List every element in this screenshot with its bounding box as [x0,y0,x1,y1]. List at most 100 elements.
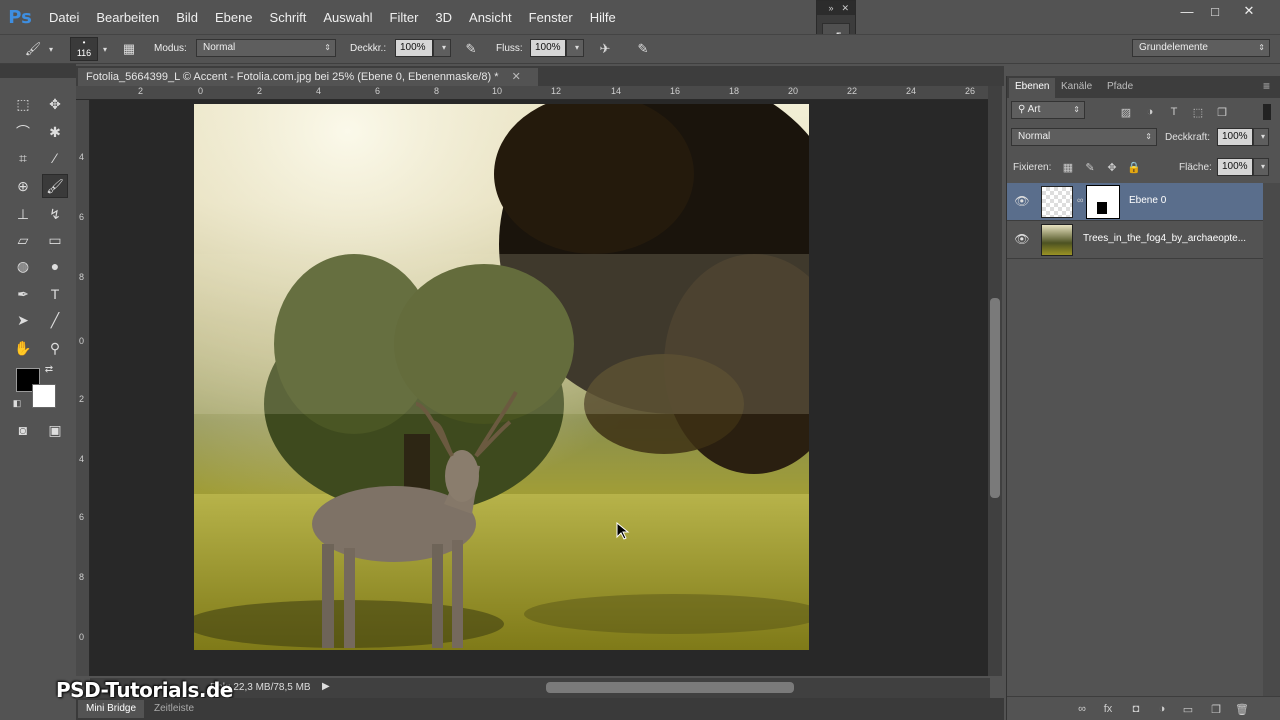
zoom-tool-icon[interactable]: ⚲ [42,336,68,360]
menu-3d[interactable]: 3D [435,10,452,25]
type-filter-icon[interactable]: T [1165,104,1183,120]
eye-icon[interactable]: 👁 [1014,232,1029,246]
link-layers-icon[interactable]: ∞ [1073,701,1091,717]
pressure-opacity-icon[interactable]: ✎ [462,40,480,58]
pen-tool-icon[interactable]: ✒ [10,282,36,306]
scrollbar-thumb[interactable] [990,298,1000,498]
flow-input[interactable]: 100% [530,39,566,57]
close-icon[interactable]: ✕ [512,71,521,83]
quick-mask-icon[interactable]: ◙ [10,418,36,442]
eraser-tool-icon[interactable]: ▱ [10,228,36,252]
brush-size-dropdown-icon[interactable]: ▾ [100,40,110,58]
eye-icon[interactable]: 👁 [1014,194,1029,208]
tab-pfade[interactable]: Pfade [1101,80,1139,93]
crop-tool-icon[interactable]: ⌗ [10,146,36,170]
airbrush-icon[interactable]: ✈ [596,40,614,58]
tab-zeitleiste[interactable]: Zeitleiste [146,700,202,718]
menu-schrift[interactable]: Schrift [270,10,307,25]
panel-menu-icon[interactable]: ≡ [1257,78,1276,94]
menu-hilfe[interactable]: Hilfe [590,10,616,25]
maximize-button[interactable]: □ [1202,2,1228,20]
background-color-swatch[interactable] [32,384,56,408]
layer-style-icon[interactable]: fx [1099,701,1117,717]
document-image[interactable] [194,104,809,650]
move-tool-icon[interactable]: ✥ [42,92,68,116]
layer-kind-filter[interactable]: ⚲ Art ⇕ [1011,101,1085,119]
lock-all-icon[interactable]: 🔒 [1125,159,1143,175]
path-selection-tool-icon[interactable]: ➤ [10,308,36,332]
layer-opacity-input[interactable]: 100% [1217,128,1253,146]
healing-brush-tool-icon[interactable]: ⊕ [10,174,36,198]
brush-tool-icon[interactable]: 🖌 [42,174,68,198]
document-tab[interactable]: Fotolia_5664399_L © Accent - Fotolia.com… [78,68,538,86]
tab-kanaele[interactable]: Kanäle [1055,80,1098,93]
screen-mode-icon[interactable]: ▣ [42,418,68,442]
shape-filter-icon[interactable]: ⬚ [1189,104,1207,120]
vertical-scrollbar[interactable] [988,86,1002,676]
marquee-tool-icon[interactable]: ⬚ [10,92,36,116]
magic-wand-tool-icon[interactable]: ✱ [42,120,68,144]
lock-transparency-icon[interactable]: ▦ [1059,159,1077,175]
dodge-tool-icon[interactable]: ● [42,254,68,278]
fill-dropdown[interactable]: ▾ [1253,158,1269,176]
trash-icon[interactable]: 🗑 [1233,701,1251,717]
menu-datei[interactable]: Datei [49,10,79,25]
lock-position-icon[interactable]: ✥ [1103,159,1121,175]
menu-bearbeiten[interactable]: Bearbeiten [96,10,159,25]
smart-object-filter-icon[interactable]: ❐ [1213,104,1231,120]
mode-select[interactable]: Normal ⇕ [196,39,336,57]
history-brush-tool-icon[interactable]: ↯ [42,202,68,226]
default-colors-icon[interactable]: ◧ [10,396,24,410]
status-menu-arrow-icon[interactable]: ▶ [322,681,330,692]
brush-panel-toggle-icon[interactable]: ▦ [120,40,138,58]
tab-mini-bridge[interactable]: Mini Bridge [78,700,145,718]
hand-tool-icon[interactable]: ✋ [10,336,36,360]
collapse-icon[interactable]: » [828,1,833,15]
pressure-size-icon[interactable]: ✎ [634,40,652,58]
swap-colors-icon[interactable]: ⇄ [42,362,56,376]
layers-scrollbar[interactable] [1263,183,1280,696]
close-icon[interactable]: ✕ [841,1,849,15]
lock-pixels-icon[interactable]: ✎ [1081,159,1099,175]
filter-toggle[interactable] [1263,104,1271,120]
gradient-tool-icon[interactable]: ▭ [42,228,68,252]
layer-row-trees[interactable]: 👁 Trees_in_the_fog4_by_archaeopte... [1007,221,1263,259]
menu-bild[interactable]: Bild [176,10,198,25]
brush-tool-icon[interactable]: 🖌 [24,40,42,58]
blur-tool-icon[interactable]: ◍ [10,254,36,278]
stamp-tool-icon[interactable]: ⊥ [10,202,36,226]
menu-ansicht[interactable]: Ansicht [469,10,512,25]
tool-preset-dropdown-icon[interactable]: ▾ [46,40,56,58]
new-group-icon[interactable]: ▭ [1179,701,1197,717]
tab-ebenen[interactable]: Ebenen [1009,78,1056,98]
pixel-filter-icon[interactable]: ▨ [1117,104,1135,120]
filter-kind-value: Art [1027,104,1041,115]
line-tool-icon[interactable]: ╱ [42,308,68,332]
new-layer-icon[interactable]: ❐ [1207,701,1225,717]
adjustment-filter-icon[interactable]: ◑ [1141,104,1159,120]
add-mask-icon[interactable]: ◘ [1127,701,1145,717]
fill-input[interactable]: 100% [1217,158,1253,176]
opacity-input[interactable]: 100% [395,39,433,57]
brush-size-picker[interactable]: • 116 [70,37,98,61]
canvas-area[interactable] [90,100,988,676]
menu-filter[interactable]: Filter [390,10,419,25]
workspace-select[interactable]: Grundelemente ⇕ [1132,39,1270,57]
layer-mask-thumbnail[interactable] [1086,185,1120,219]
blend-mode-select[interactable]: Normal ⇕ [1011,128,1157,146]
menu-fenster[interactable]: Fenster [529,10,573,25]
link-icon[interactable]: ∞ [1077,195,1083,205]
close-window-button[interactable]: ✕ [1236,2,1262,20]
opacity-dropdown[interactable]: ▾ [1253,128,1269,146]
opacity-dropdown[interactable]: ▾ [433,39,451,57]
eyedropper-tool-icon[interactable]: ⁄ [42,146,68,170]
adjustment-layer-icon[interactable]: ◑ [1153,701,1171,717]
scrollbar-thumb[interactable] [546,682,794,693]
menu-auswahl[interactable]: Auswahl [323,10,372,25]
menu-ebene[interactable]: Ebene [215,10,253,25]
type-tool-icon[interactable]: T [42,282,68,306]
minimize-button[interactable]: — [1174,2,1200,20]
lasso-tool-icon[interactable]: ⌒ [10,120,36,144]
flow-dropdown[interactable]: ▾ [566,39,584,57]
layer-row-ebene-0[interactable]: 👁 ∞ Ebene 0 [1007,183,1263,221]
